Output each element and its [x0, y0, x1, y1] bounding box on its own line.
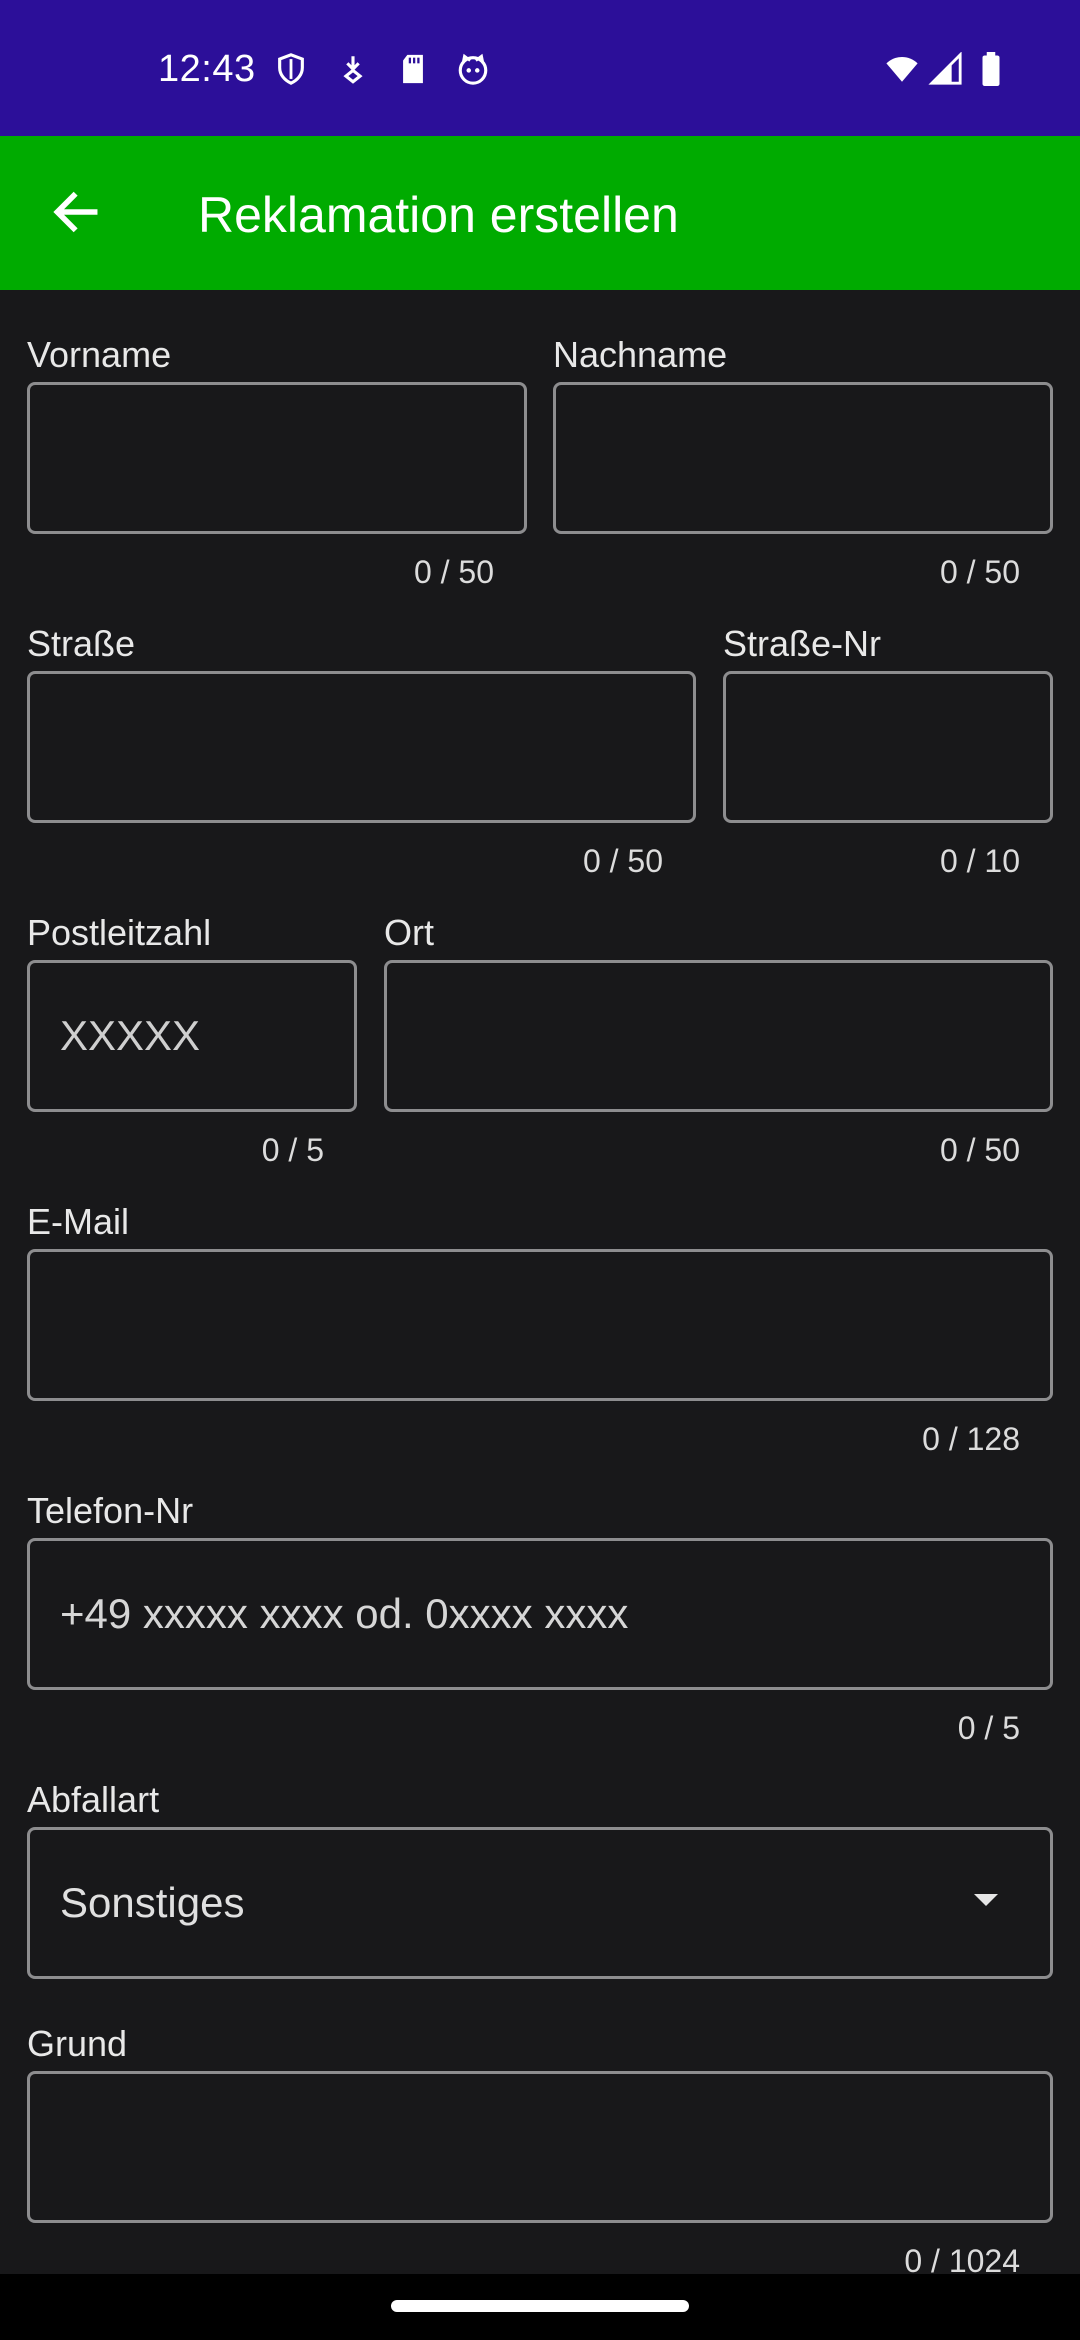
telefon-placeholder: +49 xxxxx xxxx od. 0xxxx xxxx — [60, 1590, 629, 1637]
grund-label: Grund — [27, 2023, 128, 2064]
app-bar: Reklamation erstellen — [0, 136, 1080, 290]
plz-placeholder: XXXXX — [60, 1012, 201, 1059]
nachname-label: Nachname — [553, 334, 728, 375]
sd-card-icon — [396, 52, 430, 86]
status-time: 12:43 — [158, 48, 256, 90]
email-label: E-Mail — [27, 1201, 130, 1242]
vorname-input[interactable] — [27, 382, 527, 534]
download-icon — [336, 52, 370, 86]
page-title: Reklamation erstellen — [198, 187, 679, 243]
strasse-counter: 0 / 50 — [582, 843, 663, 879]
plz-input[interactable]: XXXXX — [27, 960, 357, 1112]
abfallart-select[interactable]: Sonstiges — [27, 1827, 1053, 1979]
arrow-back-icon[interactable] — [48, 184, 104, 240]
navigation-bar — [0, 2274, 1080, 2340]
ort-counter: 0 / 50 — [939, 1132, 1020, 1168]
telefon-counter: 0 / 5 — [957, 1710, 1020, 1746]
ort-label: Ort — [384, 912, 434, 953]
telefon-label: Telefon-Nr — [27, 1490, 194, 1531]
strasse-label: Straße — [27, 623, 136, 664]
strasse-nr-counter: 0 / 10 — [939, 843, 1020, 879]
vorname-counter: 0 / 50 — [413, 554, 494, 590]
email-counter: 0 / 128 — [922, 1421, 1020, 1457]
nachname-input[interactable] — [553, 382, 1053, 534]
telefon-input[interactable]: +49 xxxxx xxxx od. 0xxxx xxxx — [27, 1538, 1053, 1690]
grund-counter: 0 / 1024 — [904, 2243, 1020, 2274]
email-input[interactable] — [27, 1249, 1053, 1401]
abfallart-selected: Sonstiges — [60, 1879, 245, 1926]
cat-face-icon — [456, 52, 490, 86]
wifi-icon — [882, 52, 922, 86]
plz-counter: 0 / 5 — [261, 1132, 324, 1168]
vorname-label: Vorname — [27, 334, 172, 375]
status-bar: 12:43 — [0, 0, 1080, 136]
strasse-input[interactable] — [27, 671, 696, 823]
strasse-nr-label: Straße-Nr — [723, 623, 882, 664]
plz-label: Postleitzahl — [27, 912, 212, 953]
ort-input[interactable] — [384, 960, 1053, 1112]
strasse-nr-input[interactable] — [723, 671, 1053, 823]
complaint-form: Vorname 0 / 50 Nachname 0 / 50 Straße 0 … — [0, 290, 1080, 2274]
shield-icon — [274, 52, 308, 86]
grund-input[interactable] — [27, 2071, 1053, 2223]
nachname-counter: 0 / 50 — [939, 554, 1020, 590]
home-gesture-handle[interactable] — [391, 2300, 689, 2312]
abfallart-label: Abfallart — [27, 1779, 160, 1820]
battery-icon — [978, 52, 1004, 86]
dropdown-arrow-icon — [974, 1894, 998, 1906]
signal-icon — [928, 52, 964, 86]
